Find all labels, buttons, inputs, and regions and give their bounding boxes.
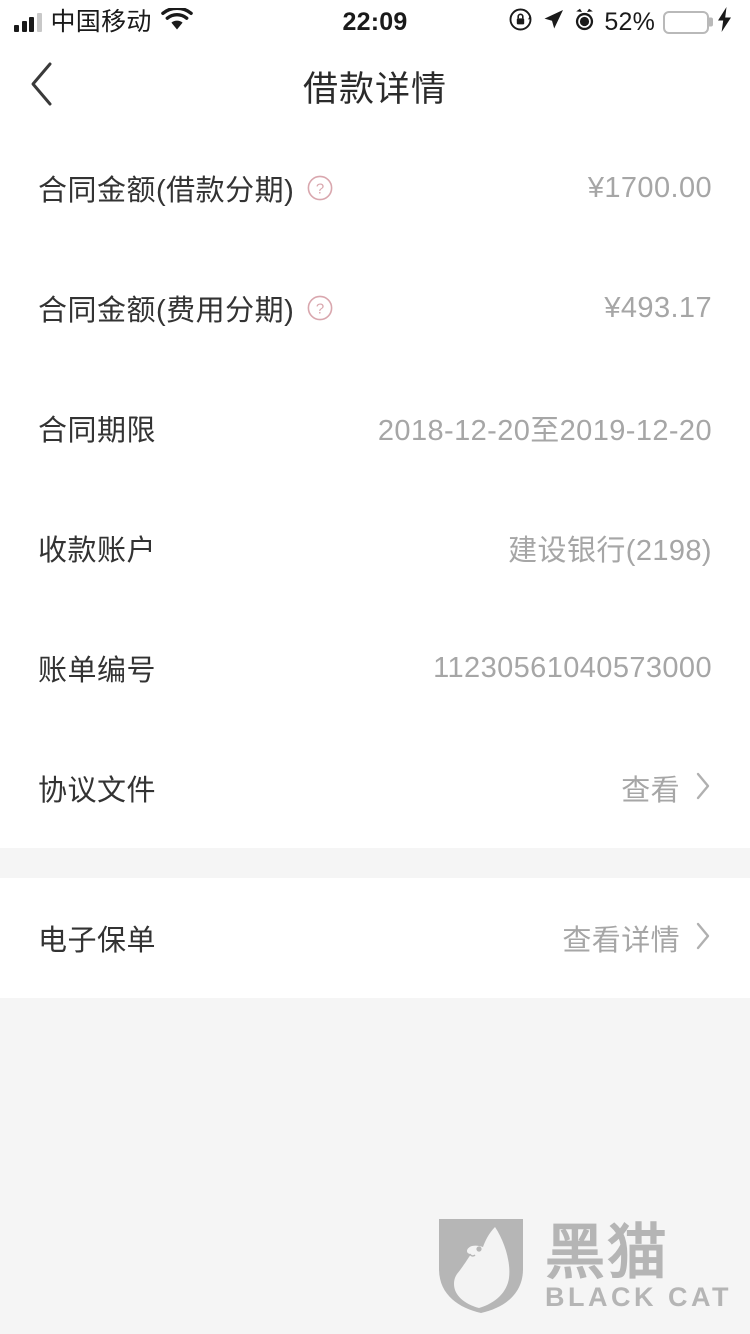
row-value: 建设银行(2198): [508, 535, 712, 567]
detail-row-receiving-account: 收款账户 建设银行(2198): [0, 488, 750, 608]
detail-row-contract-amount-loan-installment[interactable]: 合同金额(借款分期) ? ¥1700.00: [0, 128, 750, 248]
alarm-clock-icon: [573, 8, 596, 37]
lightning-bolt-icon: [717, 7, 732, 37]
row-value: 11230561040573000: [433, 651, 712, 684]
svg-text:?: ?: [316, 300, 324, 317]
status-bar: 中国移动 22:09 52%: [0, 0, 750, 44]
page-title: 借款详情: [302, 69, 447, 109]
location-arrow-icon: [541, 8, 565, 37]
row-value: ¥493.17: [604, 291, 712, 324]
help-circle-icon[interactable]: ?: [307, 295, 333, 321]
battery-icon: [663, 10, 713, 34]
detail-row-agreement-files[interactable]: 协议文件 查看: [0, 728, 750, 848]
chevron-right-icon: [694, 921, 712, 956]
chevron-left-icon: [28, 61, 56, 112]
loan-detail-card: 合同金额(借款分期) ? ¥1700.00 合同金额(费用分期) ? ¥493.…: [0, 128, 750, 848]
battery-percent-label: 52%: [604, 7, 655, 36]
navigation-bar: 借款详情: [0, 44, 750, 128]
detail-row-bill-number: 账单编号 11230561040573000: [0, 608, 750, 728]
detail-row-contract-amount-fee-installment[interactable]: 合同金额(费用分期) ? ¥493.17: [0, 248, 750, 368]
row-label: 账单编号: [38, 655, 157, 687]
signal-bars-icon: [14, 12, 42, 32]
status-bar-right: 52%: [508, 7, 732, 37]
row-value: 查看详情: [562, 925, 680, 957]
chevron-right-icon: [694, 771, 712, 806]
row-label: 合同金额(借款分期): [38, 175, 295, 207]
row-value: ¥1700.00: [587, 171, 712, 204]
carrier-name: 中国移动: [50, 7, 152, 36]
svg-text:?: ?: [316, 180, 324, 197]
section-divider: [0, 848, 750, 878]
row-value: 2018-12-20至2019-12-20: [377, 415, 712, 447]
back-button[interactable]: [14, 58, 70, 114]
detail-row-contract-term: 合同期限 2018-12-20至2019-12-20: [0, 368, 750, 488]
row-label: 电子保单: [38, 925, 157, 957]
row-value: 查看: [621, 775, 680, 807]
wifi-icon: [160, 6, 193, 36]
rotation-lock-icon: [508, 7, 533, 37]
page-body: 合同金额(借款分期) ? ¥1700.00 合同金额(费用分期) ? ¥493.…: [0, 128, 750, 1334]
electronic-policy-action[interactable]: 查看详情: [562, 917, 712, 959]
agreement-files-action[interactable]: 查看: [621, 767, 712, 809]
row-label: 协议文件: [38, 775, 157, 807]
detail-row-electronic-policy[interactable]: 电子保单 查看详情: [0, 878, 750, 998]
status-bar-left: 中国移动: [14, 6, 193, 36]
row-label: 合同期限: [38, 415, 157, 447]
insurance-card: 电子保单 查看详情: [0, 878, 750, 998]
help-circle-icon[interactable]: ?: [307, 175, 333, 201]
row-label: 收款账户: [38, 535, 157, 567]
page-filler-area: [0, 998, 750, 1334]
row-label: 合同金额(费用分期): [38, 295, 295, 327]
